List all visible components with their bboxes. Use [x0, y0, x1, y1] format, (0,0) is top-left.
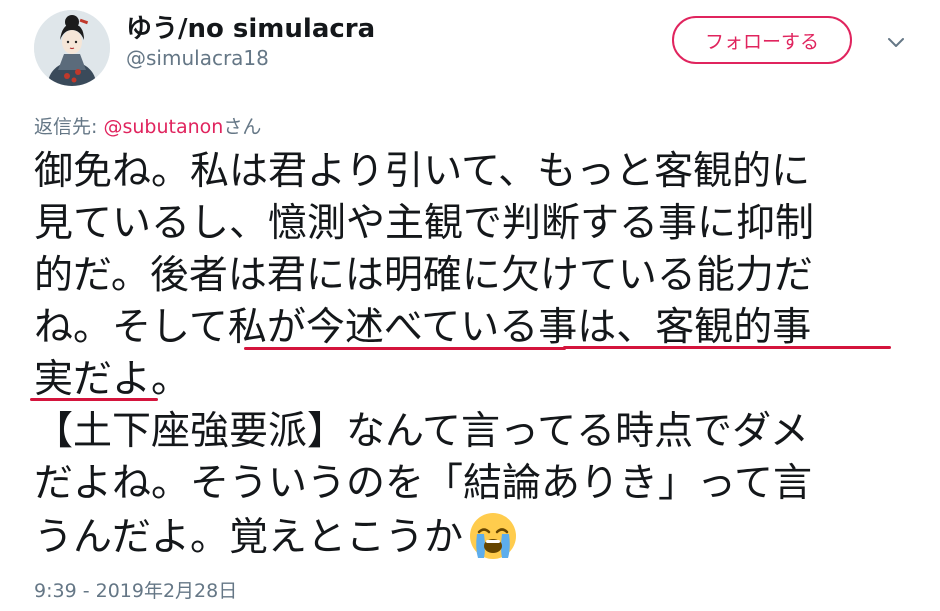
avatar[interactable]	[34, 10, 110, 86]
annotation-underline	[30, 398, 158, 401]
chevron-down-icon[interactable]	[884, 30, 908, 54]
tweet-text: 御免ね。私は君より引いて、もっと客観的に 見ているし、憶測や主観で判断する事に抑…	[34, 146, 914, 562]
tweet-line: 御免ね。私は君より引いて、もっと客観的に	[34, 149, 811, 194]
tweet-line-text: うんだよ。覚えとこうか	[34, 515, 464, 560]
tweet-line: 的だ。後者は君には明確に欠けている能力だ	[34, 253, 813, 298]
tweet-timestamp[interactable]: 9:39 - 2019年2月28日	[34, 576, 237, 603]
follow-button[interactable]: フォローする	[672, 16, 852, 64]
display-name[interactable]: ゆう/no simulacra	[126, 8, 375, 45]
tweet-line: 見ているし、憶測や主観で判断する事に抑制	[34, 201, 815, 246]
tweet-line: 【土下座強要派】なんて言ってる時点でダメ	[34, 409, 809, 454]
tweet-line: だよね。そういうのを「結論ありき」って言	[34, 461, 813, 506]
annotation-underline	[244, 347, 566, 350]
user-handle[interactable]: @simulacra18	[126, 46, 269, 70]
avatar-image	[34, 10, 110, 86]
reply-mention-link[interactable]: @subutanon	[103, 116, 223, 138]
reply-context: 返信先: @subutanonさん	[34, 112, 261, 139]
annotation-underline	[563, 346, 891, 349]
reply-prefix: 返信先:	[34, 116, 104, 138]
tweet-line-last: うんだよ。覚えとこうか	[34, 510, 914, 562]
tweet-line: 実だよ。	[34, 357, 191, 402]
crying-face-emoji-icon	[467, 510, 519, 562]
reply-suffix: さん	[223, 116, 262, 138]
